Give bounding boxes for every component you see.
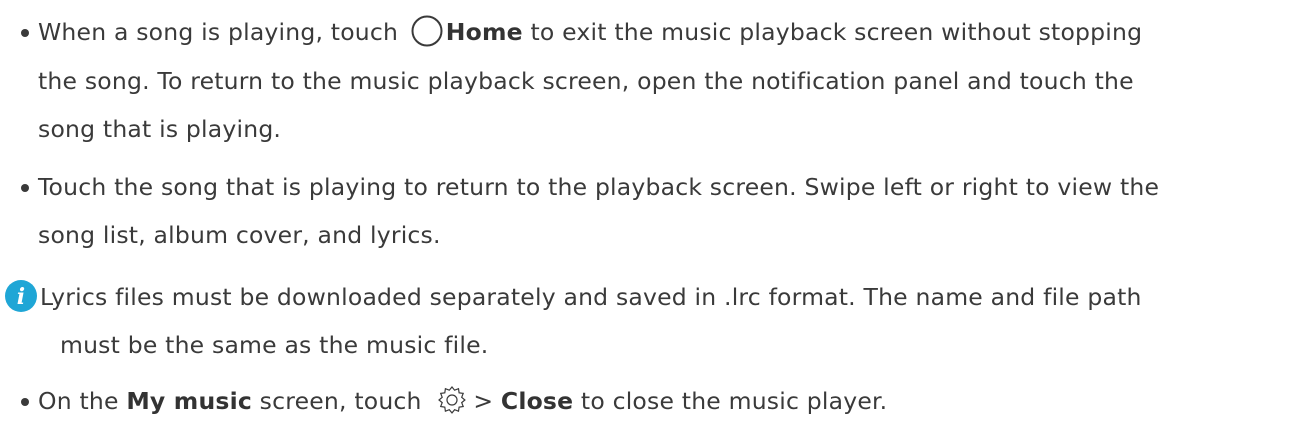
home-label: Home	[445, 18, 523, 46]
close-label: Close	[500, 387, 574, 415]
info-icon: i	[5, 280, 37, 312]
text: screen, touch	[259, 387, 422, 415]
bullet-line: song list, album cover, and lyrics.	[38, 221, 441, 249]
note-line: must be the same as the music file.	[60, 331, 489, 359]
my-music-label: My music	[126, 387, 252, 415]
separator: >	[473, 387, 494, 415]
svg-text:i: i	[17, 284, 26, 310]
bullet-line: Touch the song that is playing to return…	[38, 173, 1160, 201]
bullet-dot	[21, 398, 29, 406]
bullet-line: the song. To return to the music playbac…	[38, 67, 1134, 95]
gear-icon	[438, 385, 467, 414]
manual-page: When a song is playing, touch Home to ex…	[0, 0, 1294, 437]
text: When a song is playing, touch	[38, 18, 399, 46]
bullet-line: song that is playing.	[38, 115, 282, 143]
text: to exit the music playback screen withou…	[530, 18, 1143, 46]
bullet-line: On the My music screen, touch > Close to…	[38, 385, 887, 418]
text: On the	[38, 387, 119, 415]
bullet-dot	[21, 29, 29, 37]
note-line: Lyrics files must be downloaded separate…	[40, 283, 1142, 311]
bullet-line: When a song is playing, touch Home to ex…	[38, 15, 1143, 51]
home-icon	[411, 15, 443, 46]
bullet-dot	[21, 184, 29, 192]
text: to close the music player.	[580, 387, 888, 415]
